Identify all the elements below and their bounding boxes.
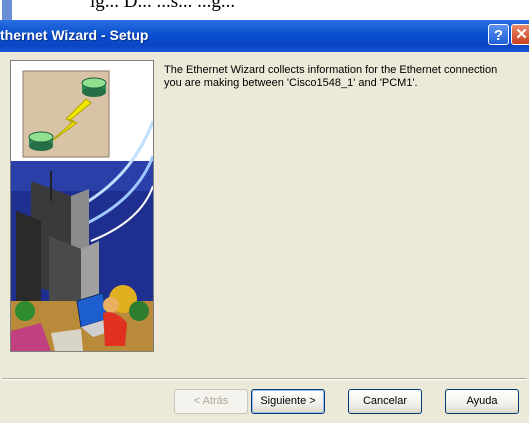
- divider: [2, 378, 527, 380]
- illustration-art: [11, 61, 153, 351]
- title-bar[interactable]: thernet Wizard - Setup ? ✕: [0, 20, 529, 52]
- window-title: thernet Wizard - Setup: [0, 27, 149, 43]
- back-button[interactable]: < Atrás: [174, 389, 248, 414]
- cancel-button[interactable]: Cancelar: [348, 389, 422, 414]
- dialog-body: The Ethernet Wizard collects information…: [2, 52, 527, 421]
- close-icon[interactable]: ✕: [511, 24, 529, 45]
- help-button[interactable]: Ayuda: [445, 389, 519, 414]
- next-button[interactable]: Siguiente >: [251, 389, 325, 414]
- wizard-dialog: thernet Wizard - Setup ? ✕ The Ethernet …: [0, 20, 529, 423]
- background-strip: ig... D... ...s... ...g...: [0, 0, 529, 20]
- background-window-edge: [2, 0, 12, 20]
- network-city-illustration: [10, 60, 154, 352]
- background-text: ig... D... ...s... ...g...: [90, 0, 236, 12]
- wizard-description: The Ethernet Wizard collects information…: [164, 64, 498, 89]
- help-icon[interactable]: ?: [488, 24, 509, 45]
